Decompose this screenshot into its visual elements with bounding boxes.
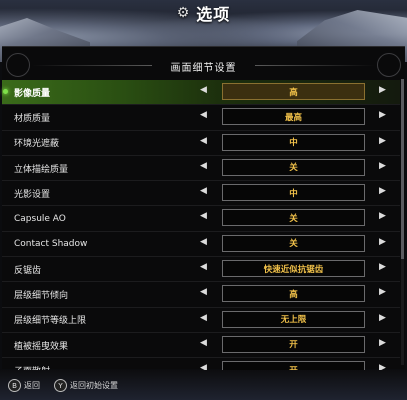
arrow-left-icon[interactable]: ◀	[200, 136, 207, 146]
setting-label: 光影设置	[14, 189, 51, 200]
reset-label: 返回初始设置	[70, 381, 118, 390]
setting-row[interactable]: 影像质量 ◀ 高 ▶	[2, 80, 400, 106]
arrow-left-icon[interactable]: ◀	[200, 287, 207, 297]
settings-list: 影像质量 ◀ 高 ▶ 材质质量 ◀ 最高 ▶ 环境光遮蔽 ◀ 中 ▶ 立体描绘质…	[2, 80, 400, 384]
setting-value[interactable]: 关	[222, 234, 365, 252]
page-title-text: 选项	[196, 5, 231, 24]
setting-row[interactable]: Contact Shadow ◀ 关 ▶	[2, 232, 400, 258]
setting-value[interactable]: 开	[222, 335, 365, 353]
arrow-right-icon[interactable]: ▶	[379, 338, 386, 348]
footer-hints: B 返回 Y 返回初始设置	[0, 370, 407, 400]
gear-icon: ⚙	[176, 5, 191, 21]
setting-label: 层级细节等级上限	[14, 316, 87, 327]
setting-label: Capsule AO	[14, 213, 66, 224]
setting-value[interactable]: 关	[222, 209, 365, 227]
setting-label: 层级细节倾向	[14, 291, 69, 302]
setting-row[interactable]: 环境光遮蔽 ◀ 中 ▶	[2, 131, 400, 156]
arrow-left-icon[interactable]: ◀	[200, 186, 207, 196]
setting-row[interactable]: 植被摇曳效果 ◀ 开 ▶	[2, 333, 400, 359]
arrow-right-icon[interactable]: ▶	[379, 161, 386, 171]
setting-value[interactable]: 最高	[222, 108, 365, 126]
arrow-left-icon[interactable]: ◀	[200, 262, 207, 272]
arrow-left-icon[interactable]: ◀	[200, 338, 207, 348]
scrollbar[interactable]	[401, 79, 404, 365]
arrow-right-icon[interactable]: ▶	[379, 85, 386, 95]
reset-hint[interactable]: Y 返回初始设置	[54, 379, 118, 392]
setting-value[interactable]: 高	[222, 83, 365, 100]
setting-label: Contact Shadow	[14, 238, 88, 249]
setting-row[interactable]: Capsule AO ◀ 关 ▶	[2, 206, 400, 232]
arrow-left-icon[interactable]: ◀	[200, 110, 207, 120]
setting-value[interactable]: 快速近似抗锯齿	[222, 260, 365, 278]
setting-value[interactable]: 中	[222, 133, 365, 151]
settings-panel: 画面细节设置 影像质量 ◀ 高 ▶ 材质质量 ◀ 最高 ▶ 环境光遮蔽 ◀ 中 …	[2, 46, 405, 384]
setting-value[interactable]: 无上限	[222, 310, 365, 328]
selection-indicator-icon	[3, 89, 8, 94]
arrow-right-icon[interactable]: ▶	[379, 237, 386, 247]
setting-row[interactable]: 反锯齿 ◀ 快速近似抗锯齿 ▶	[2, 257, 400, 283]
panel-title: 画面细节设置	[2, 55, 405, 77]
setting-label: 环境光遮蔽	[14, 139, 60, 150]
setting-value[interactable]: 高	[222, 285, 365, 303]
back-hint[interactable]: B 返回	[8, 379, 40, 392]
arrow-right-icon[interactable]: ▶	[379, 262, 386, 272]
scrollbar-thumb[interactable]	[401, 79, 404, 259]
arrow-left-icon[interactable]: ◀	[200, 237, 207, 247]
page-title: ⚙ 选项	[0, 2, 407, 24]
setting-row[interactable]: 立体描绘质量 ◀ 关 ▶	[2, 156, 400, 182]
setting-row[interactable]: 光影设置 ◀ 中 ▶	[2, 181, 400, 207]
setting-label: 立体描绘质量	[14, 164, 69, 175]
arrow-left-icon[interactable]: ◀	[200, 313, 207, 323]
back-label: 返回	[24, 381, 40, 390]
arrow-right-icon[interactable]: ▶	[379, 110, 386, 120]
b-button-icon: B	[8, 379, 21, 392]
setting-label: 反锯齿	[14, 265, 42, 276]
arrow-left-icon[interactable]: ◀	[200, 211, 207, 221]
setting-row[interactable]: 层级细节倾向 ◀ 高 ▶	[2, 282, 400, 308]
arrow-left-icon[interactable]: ◀	[200, 161, 207, 171]
panel-title-text: 画面细节设置	[170, 62, 237, 74]
setting-row[interactable]: 材质质量 ◀ 最高 ▶	[2, 105, 400, 131]
setting-label: 植被摇曳效果	[14, 341, 69, 352]
arrow-right-icon[interactable]: ▶	[379, 313, 386, 323]
setting-value[interactable]: 关	[222, 158, 365, 176]
setting-label: 影像质量	[14, 88, 51, 99]
setting-row[interactable]: 层级细节等级上限 ◀ 无上限 ▶	[2, 308, 400, 333]
setting-value[interactable]: 中	[222, 184, 365, 202]
arrow-right-icon[interactable]: ▶	[379, 287, 386, 297]
arrow-left-icon[interactable]: ◀	[200, 85, 207, 95]
arrow-right-icon[interactable]: ▶	[379, 136, 386, 146]
setting-label: 材质质量	[14, 113, 51, 124]
arrow-right-icon[interactable]: ▶	[379, 186, 386, 196]
y-button-icon: Y	[54, 379, 67, 392]
arrow-right-icon[interactable]: ▶	[379, 211, 386, 221]
